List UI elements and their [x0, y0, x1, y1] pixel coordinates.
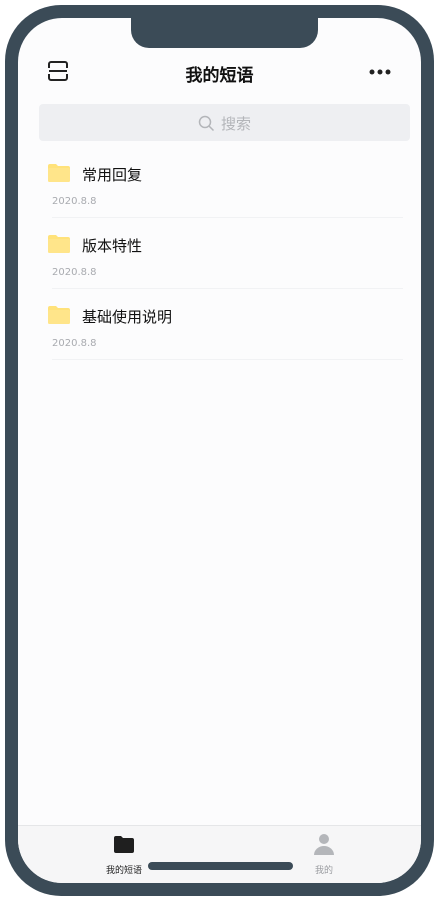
device-notch [131, 18, 318, 48]
item-title: 常用回复 [82, 166, 143, 184]
screen: 我的短语 搜索 常用回复 2020.8.8 版本特性 2020.8.8 基础使用… [18, 18, 421, 883]
item-date: 2020.8.8 [52, 267, 97, 278]
list-item[interactable]: 常用回复 2020.8.8 [18, 152, 421, 223]
search-placeholder: 搜索 [220, 115, 251, 133]
person-icon [314, 834, 334, 855]
tab-mine[interactable]: 我的 [284, 832, 364, 876]
home-indicator[interactable] [148, 862, 293, 870]
list-item[interactable]: 版本特性 2020.8.8 [18, 223, 421, 294]
search-bar[interactable]: 搜索 [39, 104, 410, 141]
app-header: 我的短语 [18, 53, 421, 89]
device-frame: 我的短语 搜索 常用回复 2020.8.8 版本特性 2020.8.8 基础使用… [5, 5, 434, 896]
list-item[interactable]: 基础使用说明 2020.8.8 [18, 294, 421, 365]
folder-icon [48, 235, 70, 253]
divider [52, 359, 403, 360]
search-icon [198, 115, 215, 132]
tab-label: 我的 [314, 866, 333, 876]
more-icon[interactable] [369, 69, 391, 75]
page-title: 我的短语 [185, 66, 254, 86]
search-content: 搜索 [39, 113, 410, 134]
item-title: 基础使用说明 [82, 308, 173, 326]
tab-bar: 我的短语 我的 [18, 825, 421, 883]
folder-icon [48, 164, 70, 182]
item-date: 2020.8.8 [52, 196, 97, 207]
item-date: 2020.8.8 [52, 338, 97, 349]
divider [52, 288, 403, 289]
divider [52, 217, 403, 218]
folder-icon [48, 306, 70, 324]
folder-icon [114, 836, 134, 853]
phrase-list: 常用回复 2020.8.8 版本特性 2020.8.8 基础使用说明 2020.… [18, 152, 421, 365]
item-title: 版本特性 [82, 237, 143, 255]
